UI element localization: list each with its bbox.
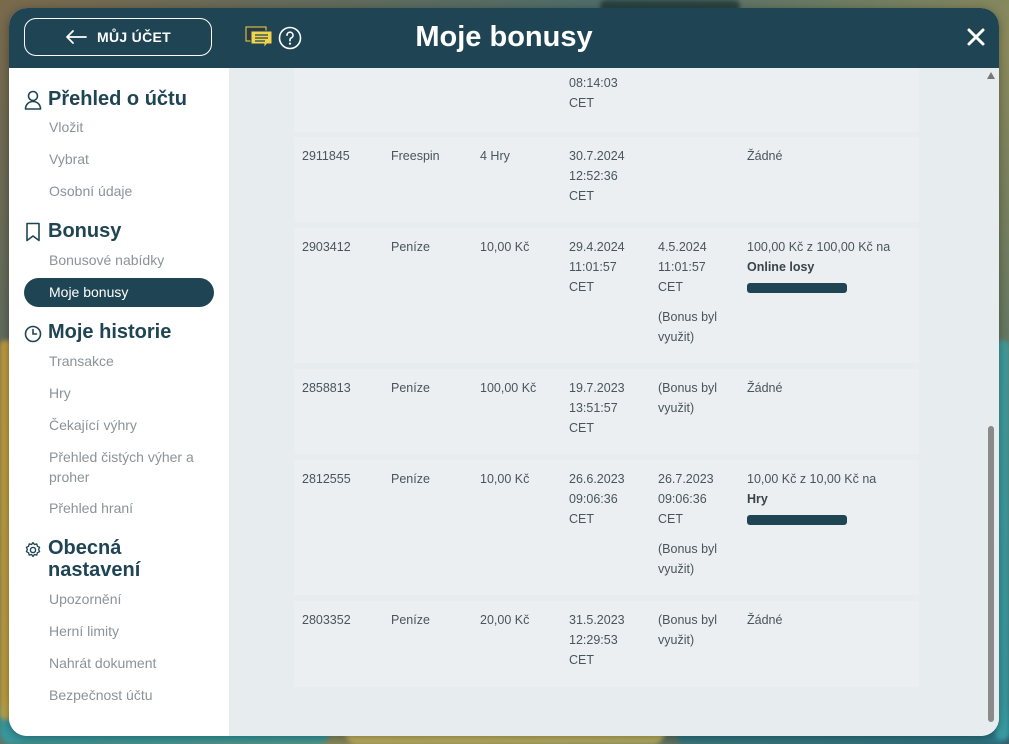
clock-icon [24,325,42,343]
help-icon[interactable] [278,26,302,50]
sidebar-item-upload-document[interactable]: Nahrát dokument [49,653,156,673]
bonus-to-tz: CET [658,280,683,294]
bonus-from-time: 12:52:36 [569,169,618,183]
section-account-overview: Přehled o účtu [24,88,187,110]
bonus-condition: 100,00 Kč z 100,00 Kč na [747,240,891,254]
bonus-from-date: 29.4.2024 [569,240,625,254]
bonus-amount: 4 Hry [480,149,510,163]
sidebar-item-net-wins-losses[interactable]: Přehled čistých výher a proher [49,447,219,487]
table-row: 08:14:03 CET [294,68,919,132]
bonus-from-time: 13:51:57 [569,401,618,415]
bonus-condition: Žádné [747,613,783,627]
bookmark-icon [26,222,40,242]
bonus-valid-from-time: 08:14:03 [569,76,618,90]
bonus-used-note: (Bonus byl využit) [658,542,718,576]
bonus-condition-game: Online losy [747,260,815,274]
bonuses-modal: MŮJ ÚČET Moje bonusy Přehled o účtu Vlož… [9,8,999,736]
bonus-type: Peníze [391,613,430,627]
wagering-progress-bar [747,515,847,525]
back-to-account-button[interactable]: MŮJ ÚČET [24,18,212,56]
sidebar-item-bonus-offers[interactable]: Bonusové nabídky [49,250,164,270]
bonus-to-time: 09:06:36 [658,492,707,506]
bonus-type: Peníze [391,472,430,486]
arrow-left-icon [66,30,87,44]
bonus-used-note: (Bonus byl využit) [658,381,718,415]
wagering-progress-bar [747,283,847,293]
bonus-valid-from-tz: CET [569,96,594,110]
sidebar-item-gaming-limits[interactable]: Herní limity [49,621,119,641]
bonus-condition: Žádné [747,381,783,395]
sidebar-item-notifications[interactable]: Upozornění [49,589,121,609]
bonus-from-tz: CET [569,421,594,435]
bonus-id: 2858813 [302,381,351,395]
sidebar-item-pending-wins[interactable]: Čekající výhry [49,415,137,435]
sidebar-item-deposit[interactable]: Vložit [49,117,83,137]
bonus-from-time: 11:01:57 [569,260,617,274]
bonus-type: Freespin [391,149,440,163]
bonus-used-note: (Bonus byl využit) [658,613,718,647]
bonus-to-date: 26.7.2023 [658,472,714,486]
bonus-from-date: 31.5.2023 [569,613,625,627]
gear-icon [25,541,41,558]
scroll-thumb[interactable] [988,426,994,722]
sidebar-item-withdraw[interactable]: Vybrat [49,149,89,169]
bonus-condition: Žádné [747,149,783,163]
bonus-amount: 10,00 Kč [480,472,530,486]
chat-icon[interactable] [245,26,273,50]
bonus-type: Peníze [391,240,430,254]
sidebar-item-play-overview[interactable]: Přehled hraní [49,498,133,518]
table-row: 2911845 Freespin 4 Hry 30.7.2024 12:52:3… [294,137,919,222]
bonus-condition: 10,00 Kč z 10,00 Kč na [747,472,877,486]
table-row: 2812555 Peníze 10,00 Kč 26.6.2023 09:06:… [294,460,919,595]
bonus-from-time: 09:06:36 [569,492,618,506]
back-button-label: MŮJ ÚČET [97,29,171,45]
bonus-condition-game: Hry [747,492,768,506]
bonus-amount: 20,00 Kč [480,613,530,627]
bonus-from-tz: CET [569,653,594,667]
bonus-used-note: (Bonus byl využit) [658,310,718,344]
bonus-id: 2812555 [302,472,351,486]
sidebar-item-personal-details[interactable]: Osobní údaje [49,181,132,201]
bonus-to-time: 11:01:57 [658,260,706,274]
content-scrollbar[interactable] [985,70,997,732]
bonus-from-tz: CET [569,512,594,526]
sidebar-item-games[interactable]: Hry [49,383,71,403]
bonus-to-tz: CET [658,512,683,526]
sidebar-item-transactions[interactable]: Transakce [49,351,114,371]
bonus-type: Peníze [391,381,430,395]
user-icon [24,90,42,110]
bonus-amount: 10,00 Kč [480,240,530,254]
bonus-id: 2911845 [302,149,350,163]
bonus-id: 2903412 [302,240,351,254]
table-row: 2858813 Peníze 100,00 Kč 19.7.2023 13:51… [294,369,919,454]
bonus-to-date: 4.5.2024 [658,240,707,254]
table-row: 2903412 Peníze 10,00 Kč 29.4.2024 11:01:… [294,228,919,363]
table-row: 2803352 Peníze 20,00 Kč 31.5.2023 12:29:… [294,601,919,687]
section-general-settings: Obecná nastavení [24,537,184,581]
modal-header: MŮJ ÚČET Moje bonusy [9,8,999,68]
bonus-from-time: 12:29:53 [569,633,618,647]
scroll-up-arrow-icon[interactable] [987,72,995,79]
bonus-from-tz: CET [569,280,594,294]
sidebar-item-my-bonuses[interactable]: Moje bonusy [24,278,214,307]
bonus-from-date: 26.6.2023 [569,472,625,486]
bonus-amount: 100,00 Kč [480,381,537,395]
section-my-history: Moje historie [24,321,171,343]
bonuses-list: 08:14:03 CET 2911845 Freespin 4 Hry 30.7… [229,68,999,736]
bonus-from-date: 30.7.2024 [569,149,625,163]
bonus-from-tz: CET [569,189,594,203]
section-bonuses: Bonusy [24,220,121,242]
bonus-from-date: 19.7.2023 [569,381,625,395]
bonus-id: 2803352 [302,613,351,627]
close-icon[interactable] [967,28,985,46]
account-sidebar: Přehled o účtu Vložit Vybrat Osobní údaj… [9,68,229,736]
sidebar-item-account-security[interactable]: Bezpečnost účtu [49,685,153,705]
